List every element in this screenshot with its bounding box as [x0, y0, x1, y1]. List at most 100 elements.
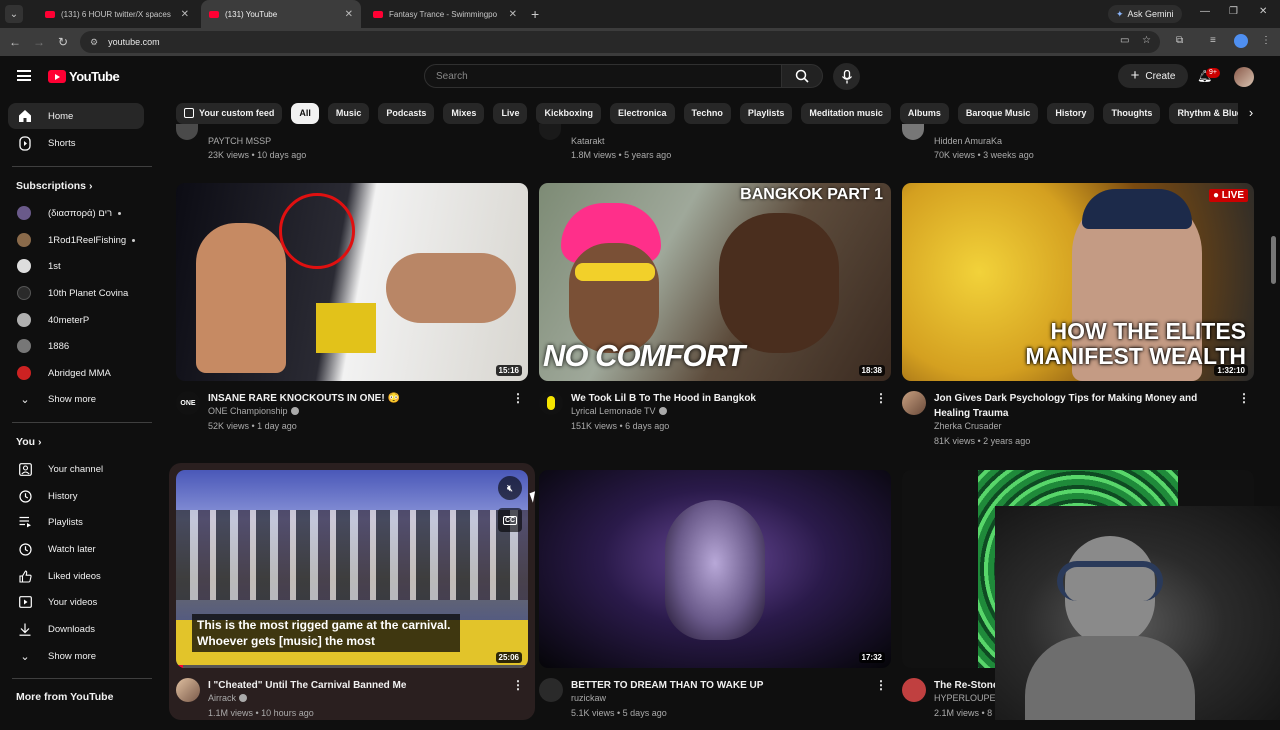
chip-meditation-music[interactable]: Meditation music	[801, 102, 891, 124]
chip-techno[interactable]: Techno	[683, 102, 731, 124]
video-title[interactable]: BETTER TO DREAM THAN TO WAKE UP	[571, 678, 871, 693]
video-card-partial[interactable]: Hidden AmuraKa 70K views • 3 weeks ago	[902, 124, 1254, 164]
sidebar-item-watch-later[interactable]: Watch later	[8, 536, 144, 562]
chip-history[interactable]: History	[1047, 102, 1095, 124]
close-icon[interactable]: ✕	[181, 9, 189, 20]
close-icon[interactable]: ✕	[509, 9, 517, 20]
video-title[interactable]: Jon Gives Dark Psychology Tips for Makin…	[934, 391, 1234, 421]
create-button[interactable]: + Create	[1118, 64, 1188, 88]
video-card[interactable]: 15:16 ONE INSANE RARE KNOCKOUTS IN ONE! …	[176, 183, 528, 443]
subscriptions-heading[interactable]: Subscriptions ›	[16, 180, 92, 192]
browser-menu-icon[interactable]: ⋮	[1261, 35, 1271, 46]
you-show-more[interactable]: ⌄ Show more	[8, 643, 144, 669]
page-scrollbar-thumb[interactable]	[1271, 236, 1276, 284]
account-avatar[interactable]	[1234, 67, 1254, 87]
video-card[interactable]: 17:32 BETTER TO DREAM THAN TO WAKE UP ru…	[539, 470, 891, 730]
chip-albums[interactable]: Albums	[899, 102, 949, 124]
sidebar-item-subscription[interactable]: 1Rod1ReelFishing	[8, 227, 144, 253]
video-card-hovered[interactable]: This is the most rigged game at the carn…	[169, 463, 535, 730]
video-channel[interactable]: Zherka Crusader	[934, 421, 1002, 431]
video-channel[interactable]: ONE Championship	[208, 406, 299, 416]
channel-avatar[interactable]	[539, 678, 563, 702]
chip-your-custom-feed[interactable]: Your custom feed	[176, 102, 283, 124]
more-options-icon[interactable]: ⋮	[512, 678, 524, 692]
channel-avatar[interactable]	[902, 391, 926, 415]
youtube-logo[interactable]: YouTube	[48, 69, 120, 84]
chip-mixes[interactable]: Mixes	[443, 102, 485, 124]
preview-progress-bar[interactable]	[176, 665, 528, 668]
chevron-right-icon[interactable]: ›	[1238, 102, 1264, 124]
browser-tab-active[interactable]: (131) YouTube ✕	[201, 0, 361, 28]
hamburger-menu-icon[interactable]	[17, 70, 31, 81]
sidebar-item-subscription[interactable]: 1886	[8, 333, 144, 359]
bookmark-star-icon[interactable]: ☆	[1142, 35, 1151, 46]
more-options-icon[interactable]: ⋮	[875, 678, 887, 692]
mute-toggle-button[interactable]: 🔇︎	[498, 476, 522, 500]
video-channel[interactable]: Hidden AmuraKa	[934, 136, 1002, 146]
video-thumbnail[interactable]: ● LIVE HOW THE ELITES MANIFEST WEALTH 1:…	[902, 183, 1254, 381]
window-close-icon[interactable]: ✕	[1259, 6, 1267, 17]
sidebar-item-subscription[interactable]: 40meterP	[8, 307, 144, 333]
chip-live[interactable]: Live	[493, 102, 528, 124]
sidebar-item-liked-videos[interactable]: Liked videos	[8, 563, 144, 589]
sidebar-item-downloads[interactable]: Downloads	[8, 616, 144, 642]
extensions-icon[interactable]: ⧉	[1176, 35, 1183, 46]
tab-search-button[interactable]: ⌄	[5, 5, 23, 23]
video-card-partial[interactable]: PAYTCH MSSP 23K views • 10 days ago	[176, 124, 528, 164]
video-channel[interactable]: PAYTCH MSSP	[208, 136, 271, 146]
video-title[interactable]: We Took Lil B To The Hood in Bangkok	[571, 391, 871, 406]
chip-baroque-music[interactable]: Baroque Music	[957, 102, 1039, 124]
sidebar-item-playlists[interactable]: Playlists	[8, 509, 144, 535]
video-card-partial[interactable]: Katarakt 1.8M views • 5 years ago	[539, 124, 891, 164]
voice-search-button[interactable]	[833, 63, 860, 90]
reload-icon[interactable]: ↻	[51, 35, 75, 49]
sidebar-item-your-videos[interactable]: Your videos	[8, 589, 144, 615]
video-thumbnail[interactable]: 15:16	[176, 183, 528, 381]
sidebar-item-subscription[interactable]: Abridged MMA	[8, 360, 144, 386]
browser-profile-avatar[interactable]	[1234, 34, 1248, 48]
chip-kickboxing[interactable]: Kickboxing	[536, 102, 601, 124]
browser-tab[interactable]: Fantasy Trance - Swimmingpo ✕	[365, 0, 525, 28]
ask-gemini-button[interactable]: ✦ Ask Gemini	[1108, 5, 1182, 23]
chip-all[interactable]: All	[291, 102, 319, 124]
maximize-icon[interactable]: ❐	[1229, 6, 1238, 17]
sidebar-item-subscription[interactable]: 10th Planet Covina	[8, 280, 144, 306]
sidebar-item-history[interactable]: History	[8, 483, 144, 509]
channel-avatar[interactable]	[902, 678, 926, 702]
back-icon[interactable]: ←	[3, 35, 27, 49]
browser-tab[interactable]: (131) 6 HOUR twitter/X spaces ✕	[37, 0, 197, 28]
sidebar-item-shorts[interactable]: Shorts	[8, 130, 144, 156]
video-thumbnail[interactable]: BANGKOK PART 1 NO COMFORT 18:38	[539, 183, 891, 381]
channel-avatar[interactable]	[176, 678, 200, 702]
reading-list-icon[interactable]: ≡	[1210, 35, 1216, 46]
video-card[interactable]: ● LIVE HOW THE ELITES MANIFEST WEALTH 1:…	[902, 183, 1254, 446]
chip-thoughts[interactable]: Thoughts	[1103, 102, 1161, 124]
channel-avatar[interactable]	[539, 124, 561, 140]
sidebar-item-subscription[interactable]: 1st	[8, 253, 144, 279]
more-options-icon[interactable]: ⋮	[1238, 391, 1250, 405]
channel-avatar[interactable]	[902, 124, 924, 140]
sidebar-item-subscription[interactable]: (διασπορά) רים	[8, 200, 144, 226]
subscriptions-show-more[interactable]: ⌄ Show more	[8, 386, 144, 412]
more-options-icon[interactable]: ⋮	[512, 391, 524, 405]
video-channel[interactable]: ruzickaw	[571, 693, 606, 703]
sidebar-item-your-channel[interactable]: Your channel	[8, 456, 144, 482]
video-channel[interactable]: HYPERLOUPE	[934, 693, 996, 703]
video-card[interactable]: BANGKOK PART 1 NO COMFORT 18:38 We Took …	[539, 183, 891, 443]
more-options-icon[interactable]: ⋮	[875, 391, 887, 405]
you-heading[interactable]: You ›	[16, 436, 41, 448]
address-bar[interactable]: ⚙ youtube.com	[80, 31, 1160, 53]
close-icon[interactable]: ✕	[345, 9, 353, 20]
video-title[interactable]: INSANE RARE KNOCKOUTS IN ONE! 😳	[208, 391, 508, 406]
channel-avatar[interactable]: ONE	[176, 391, 200, 415]
cast-icon[interactable]: ▭	[1120, 35, 1129, 46]
channel-avatar[interactable]	[176, 124, 198, 140]
chip-playlists[interactable]: Playlists	[739, 102, 793, 124]
video-title[interactable]: I "Cheated" Until The Carnival Banned Me	[208, 678, 508, 693]
chip-music[interactable]: Music	[327, 102, 370, 124]
minimize-icon[interactable]: —	[1200, 6, 1210, 17]
video-channel[interactable]: Airrack	[208, 693, 248, 703]
forward-icon[interactable]: →	[27, 35, 51, 49]
channel-avatar[interactable]	[539, 391, 563, 415]
search-input[interactable]: Search	[424, 64, 782, 88]
